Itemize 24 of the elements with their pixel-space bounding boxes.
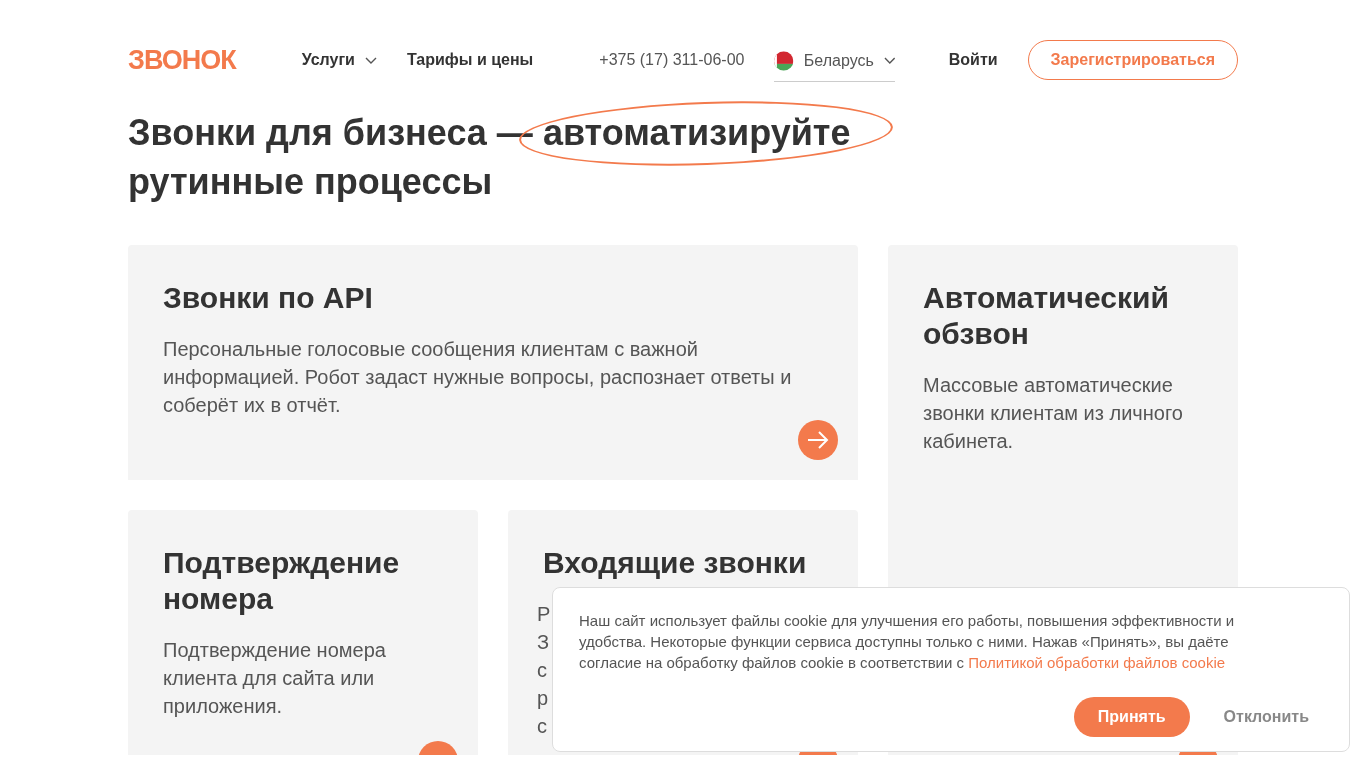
card-description: Подтверждение номера клиента для сайта или приложения. [163, 638, 387, 719]
card-title: Автоматический обзвон [923, 280, 1170, 352]
text-fragment: З [537, 630, 550, 655]
login-link[interactable]: Войти [948, 51, 998, 69]
text-fragment: р [537, 686, 549, 711]
chevron-down-icon [883, 57, 896, 64]
nav-link[interactable]: Услуги [301, 51, 377, 69]
service-card[interactable]: Подтверждение номера Подтверждение номера клиента для сайта или приложения. [128, 510, 478, 755]
service-card[interactable]: Звонки по API Персональные голосовые сообщения клиентам с важной информацией. Робот задаст нужные вопросы, распознает ответы и соберёт их в отчёт. [128, 245, 858, 480]
arrow-button[interactable] [798, 420, 838, 460]
card-title: Звонки по API [163, 280, 374, 316]
nav-link[interactable]: Тарифы и цены [406, 51, 534, 69]
card-title: Подтверждение номера [163, 545, 401, 617]
arrow-right-icon [807, 431, 829, 449]
chevron-down-icon [364, 56, 377, 64]
card-title: Входящие звонки [543, 545, 808, 581]
card-description: Персональные голосовые сообщения клиентам с важной информацией. Робот задаст нужные вопросы, распознает ответы и соберёт их в отчёт. [163, 337, 793, 418]
text-fragment: Р [537, 602, 551, 627]
card-description: Массовые автоматические звонки клиентам из личного кабинета. [923, 373, 1184, 454]
text-fragment: с [537, 658, 547, 683]
phone-number: +375 (17) 311-06-00 [599, 51, 745, 69]
flag-icon [774, 50, 794, 71]
country-selector[interactable]: Беларусь [774, 40, 896, 82]
text-fragment: с [537, 714, 547, 739]
